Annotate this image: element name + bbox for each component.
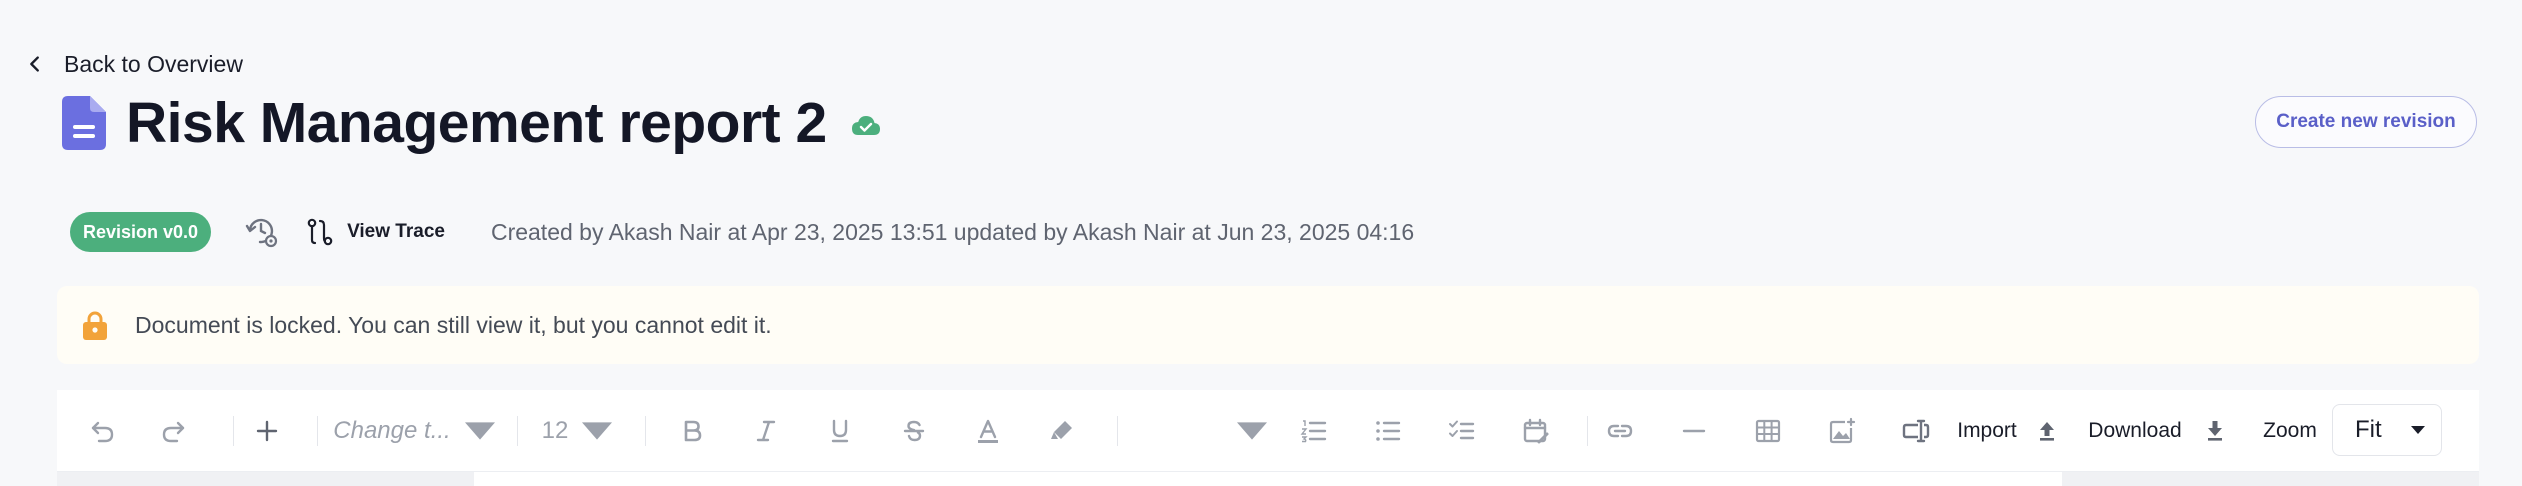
- redo-icon: [162, 421, 185, 443]
- italic-button[interactable]: [741, 390, 791, 472]
- zoom-value: Fit: [2355, 416, 2382, 443]
- bold-button[interactable]: [667, 390, 717, 472]
- document-page[interactable]: [474, 472, 2062, 486]
- plus-icon: [256, 420, 278, 442]
- revision-badge[interactable]: Revision v0.0: [70, 212, 212, 252]
- chevron-left-icon: [30, 56, 39, 72]
- revision-history-settings-icon[interactable]: [245, 215, 279, 249]
- toolbar-divider: [517, 416, 518, 446]
- toolbar-divider: [317, 416, 318, 446]
- lock-icon: [83, 311, 107, 340]
- page-title: Risk Management report 2: [126, 91, 827, 155]
- font-size-value: 12: [541, 417, 569, 444]
- document-header: Risk Management report 2: [62, 88, 881, 158]
- checklist-button[interactable]: [1437, 390, 1487, 472]
- revision-meta-row: Revision v0.0 View Trace Created by Akas…: [70, 212, 1414, 252]
- trace-route-icon: [307, 218, 333, 246]
- download-icon: [2208, 421, 2222, 441]
- insert-date-button[interactable]: [1511, 390, 1561, 472]
- editor-toolbar: Change t... 12 Import Download Zoom Fit: [57, 390, 2479, 472]
- underline-button[interactable]: [815, 390, 865, 472]
- block-type-select[interactable]: [1187, 390, 1267, 472]
- toolbar-divider: [233, 416, 234, 446]
- caret-down-icon: [1237, 422, 1267, 440]
- toolbar-divider: [645, 416, 646, 446]
- toolbar-divider: [1117, 416, 1118, 446]
- back-to-overview-link[interactable]: Back to Overview: [24, 46, 243, 82]
- view-trace-label: View Trace: [347, 221, 445, 242]
- bold-icon: [684, 420, 702, 442]
- caret-down-icon: [2411, 426, 2425, 434]
- underline-icon: [831, 419, 849, 443]
- undo-button[interactable]: [77, 390, 127, 472]
- back-label: Back to Overview: [64, 50, 243, 77]
- highlight-button[interactable]: [1037, 390, 1087, 472]
- font-size-select[interactable]: 12: [537, 390, 617, 472]
- view-trace-button[interactable]: View Trace: [307, 218, 445, 246]
- caret-down-icon: [464, 422, 495, 440]
- document-icon: [62, 96, 106, 150]
- font-family-value: Change t...: [333, 417, 451, 444]
- font-family-select[interactable]: Change t...: [329, 390, 499, 472]
- insert-link-button[interactable]: [1595, 390, 1645, 472]
- created-updated-info: Created by Akash Nair at Apr 23, 2025 13…: [490, 218, 1415, 245]
- toolbar-divider: [1587, 416, 1588, 446]
- download-label[interactable]: Download: [2079, 390, 2191, 472]
- link-icon: [1607, 424, 1633, 438]
- bullet-list-button[interactable]: [1363, 390, 1413, 472]
- zoom-label: Zoom: [2263, 419, 2317, 442]
- text-field-icon: [1902, 419, 1930, 443]
- cloud-saved-icon: [851, 116, 880, 135]
- ordered-list-button[interactable]: [1289, 390, 1339, 472]
- locked-message: Document is locked. You can still view i…: [135, 311, 772, 338]
- horizontal-rule-button[interactable]: [1669, 390, 1719, 472]
- strikethrough-button[interactable]: [889, 390, 939, 472]
- insert-image-button[interactable]: [1817, 390, 1867, 472]
- strikethrough-icon: [903, 420, 925, 442]
- import-label[interactable]: Import: [1947, 390, 2027, 472]
- caret-down-icon: [582, 422, 613, 440]
- highlighter-icon: [1051, 421, 1072, 439]
- create-new-revision-button[interactable]: Create new revision: [2255, 96, 2477, 148]
- import-button[interactable]: [2027, 390, 2067, 472]
- horizontal-rule-icon: [1682, 429, 1706, 433]
- italic-icon: [756, 420, 776, 442]
- table-icon: [1755, 419, 1781, 443]
- upload-icon: [2040, 422, 2054, 441]
- document-locked-banner: Document is locked. You can still view i…: [57, 286, 2479, 364]
- text-color-button[interactable]: [963, 390, 1013, 472]
- text-field-button[interactable]: [1891, 390, 1941, 472]
- insert-button[interactable]: [242, 390, 292, 472]
- undo-icon: [91, 421, 114, 443]
- text-color-icon: [978, 419, 998, 443]
- ordered-list-icon: [1300, 420, 1327, 443]
- bullet-list-icon: [1376, 421, 1401, 441]
- redo-button[interactable]: [149, 390, 199, 472]
- download-button[interactable]: [2195, 390, 2235, 472]
- add-image-icon: [1829, 417, 1856, 444]
- checklist-icon: [1449, 420, 1475, 440]
- zoom-select[interactable]: Fit: [2332, 404, 2442, 456]
- calendar-edit-icon: [1523, 418, 1549, 444]
- insert-table-button[interactable]: [1743, 390, 1793, 472]
